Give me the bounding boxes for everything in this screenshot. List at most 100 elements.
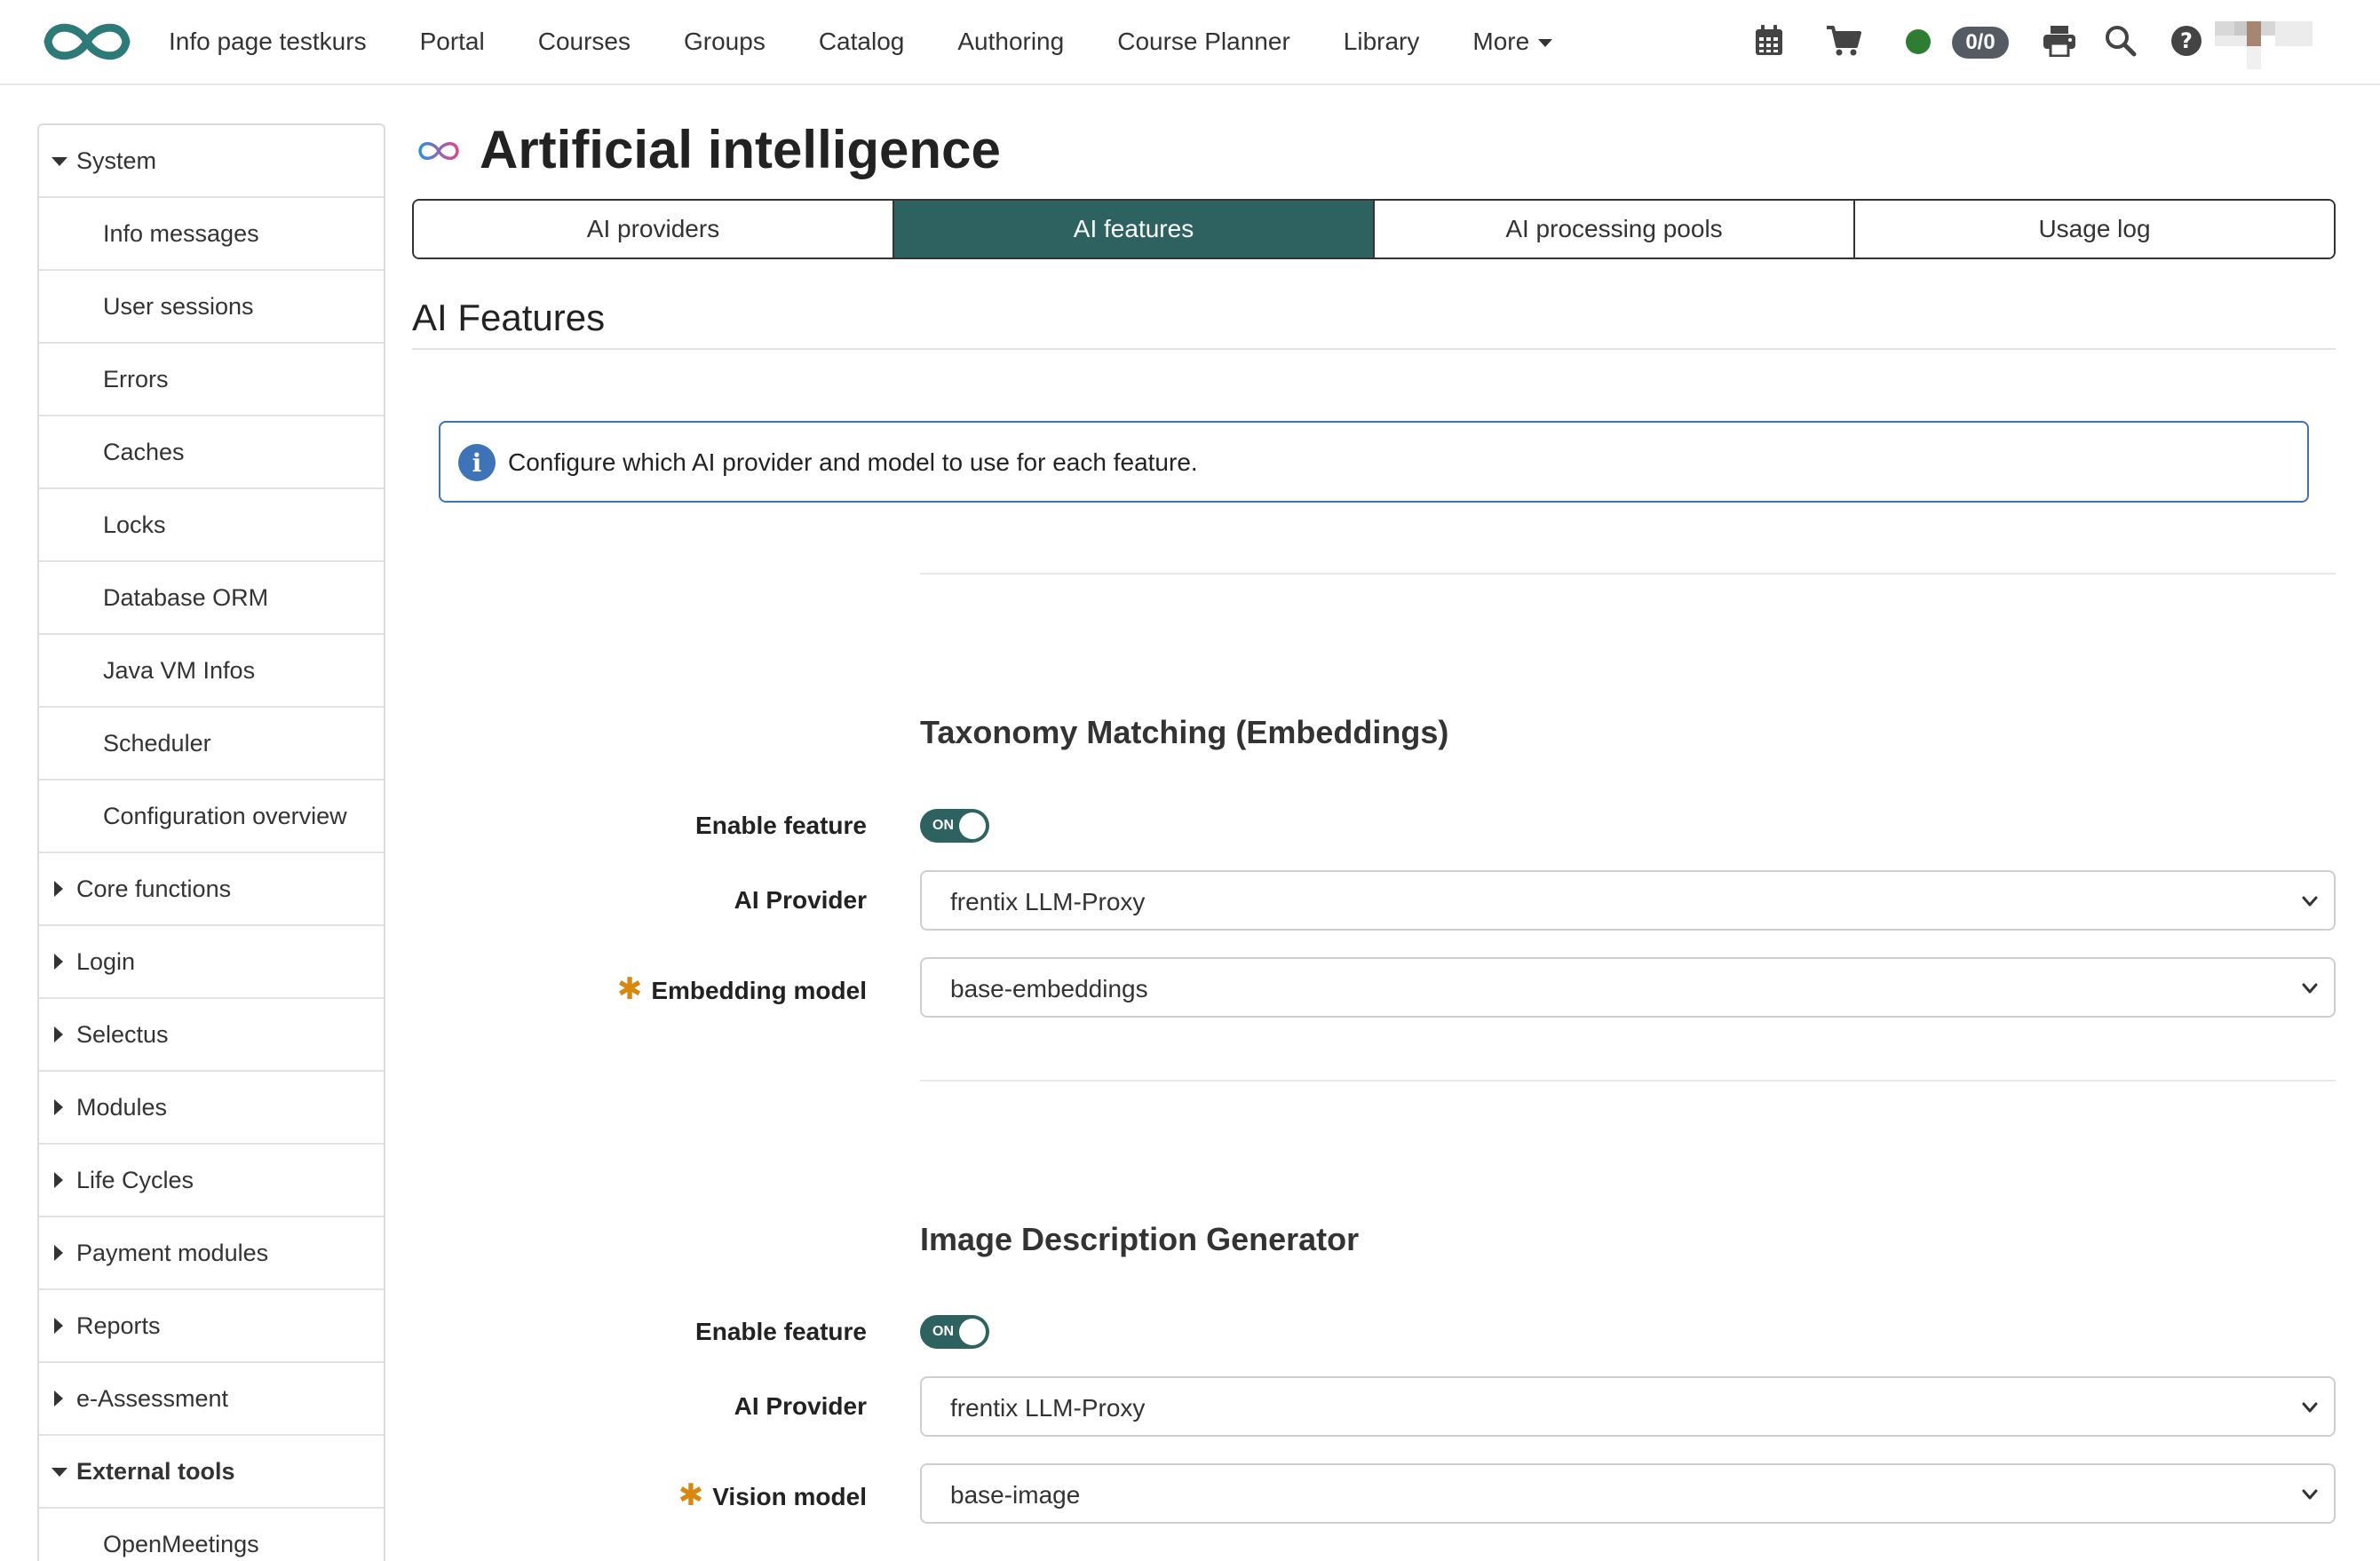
vision-model-select[interactable]: base-image [920,1463,2336,1524]
top-navigation-bar: Info page testkurs Portal Courses Groups… [0,0,2380,85]
chevron-down-icon [2302,983,2318,994]
sidebar-item-locks[interactable]: Locks [39,489,384,562]
chevron-down-icon [2302,896,2318,907]
select-value: base-image [950,1481,1081,1509]
nav-portal[interactable]: Portal [420,28,485,56]
sidebar-group-e-assessment[interactable]: e-Assessment [39,1363,384,1436]
sidebar-group-label: Life Cycles [76,1166,194,1193]
online-status-dot[interactable] [1906,29,1931,54]
tab-ai-features[interactable]: AI features [894,201,1375,258]
sidebar-group-label: System [76,147,157,174]
sidebar-item-user-sessions[interactable]: User sessions [39,271,384,344]
ai-tabs: AI providers AI features AI processing p… [412,199,2336,259]
nav-more-dropdown[interactable]: More [1472,28,1552,56]
caret-right-icon [54,881,63,897]
info-message-text: Configure which AI provider and model to… [508,448,1198,476]
required-asterisk-icon: ✱ [616,972,643,1006]
sidebar-group-reports[interactable]: Reports [39,1290,384,1363]
taxonomy-enable-toggle[interactable]: ON [920,809,989,843]
select-value: base-embeddings [950,975,1148,1002]
search-icon[interactable] [2105,25,2137,57]
sidebar-group-core-functions[interactable]: Core functions [39,853,384,926]
sidebar-group-label: Selectus [76,1020,169,1048]
sidebar-group-system[interactable]: System [39,125,384,198]
toggle-state-text: ON [932,1324,954,1339]
sidebar-group-selectus[interactable]: Selectus [39,999,384,1072]
sidebar-group-label: Payment modules [76,1239,269,1266]
sidebar-group-life-cycles[interactable]: Life Cycles [39,1145,384,1217]
chevron-down-icon [2302,1402,2318,1413]
user-avatar[interactable] [2215,18,2320,71]
caret-right-icon [54,1391,63,1406]
sidebar-item-caches[interactable]: Caches [39,416,384,489]
sidebar-item-scheduler[interactable]: Scheduler [39,708,384,780]
sidebar-item-java-vm-infos[interactable]: Java VM Infos [39,635,384,708]
feature-title-image-description: Image Description Generator [920,1221,1360,1257]
tab-ai-processing-pools[interactable]: AI processing pools [1375,201,1855,258]
app-logo[interactable] [39,16,135,67]
sidebar-group-label: Modules [76,1093,168,1121]
label-text: Embedding model [651,977,867,1004]
help-icon[interactable]: ? [2170,25,2202,57]
sidebar-item-info-messages[interactable]: Info messages [39,198,384,271]
nav-authoring[interactable]: Authoring [957,28,1064,56]
vision-model-label: ✱ Vision model [678,1478,867,1513]
section-title: AI Features [412,297,606,338]
enable-feature-label: Enable feature [695,812,867,839]
nav-catalog[interactable]: Catalog [819,28,905,56]
sidebar-group-label: External tools [76,1457,235,1485]
svg-text:?: ? [2180,28,2193,53]
nav-groups[interactable]: Groups [684,28,766,56]
feature-divider [920,1080,2336,1082]
calendar-icon[interactable] [1754,25,1784,57]
nav-course-planner[interactable]: Course Planner [1117,28,1290,56]
sidebar-item-errors[interactable]: Errors [39,344,384,416]
tab-ai-providers[interactable]: AI providers [414,201,894,258]
enable-feature-label: Enable feature [695,1318,867,1345]
image-description-enable-toggle[interactable]: ON [920,1315,989,1349]
feature-title-taxonomy-matching: Taxonomy Matching (Embeddings) [920,714,1449,750]
caret-right-icon [54,1172,63,1188]
caret-right-icon [54,1245,63,1261]
caret-down-icon [52,1468,67,1477]
tab-usage-log[interactable]: Usage log [1855,201,2334,258]
main-nav: Info page testkurs Portal Courses Groups… [169,0,1606,83]
info-icon: i [458,444,496,481]
ai-provider-label: AI Provider [734,1392,867,1420]
printer-icon[interactable] [2043,25,2076,57]
label-text: Vision model [712,1483,867,1510]
caret-right-icon [54,1026,63,1042]
select-value: frentix LLM-Proxy [950,1394,1146,1422]
required-asterisk-icon: ✱ [678,1478,704,1512]
cart-icon[interactable] [1826,25,1861,57]
nav-info-page[interactable]: Info page testkurs [169,28,367,56]
ai-infinity-icon [418,142,459,160]
sidebar-item-database-orm[interactable]: Database ORM [39,562,384,635]
sidebar-group-modules[interactable]: Modules [39,1072,384,1145]
caret-right-icon [54,954,63,970]
image-description-provider-select[interactable]: frentix LLM-Proxy [920,1376,2336,1437]
sidebar-group-label: Login [76,947,136,975]
sidebar-group-login[interactable]: Login [39,926,384,999]
nav-courses[interactable]: Courses [538,28,631,56]
embedding-model-label: ✱ Embedding model [617,971,867,1007]
section-divider [412,348,2336,350]
sidebar-group-label: Core functions [76,875,232,902]
chevron-down-icon [2302,1489,2318,1500]
sidebar-item-openmeetings[interactable]: OpenMeetings [39,1509,384,1561]
sidebar-group-label: e-Assessment [76,1384,229,1412]
info-message-box: i Configure which AI provider and model … [439,421,2309,503]
sidebar-group-external-tools[interactable]: External tools [39,1436,384,1509]
sidebar-group-payment-modules[interactable]: Payment modules [39,1217,384,1290]
admin-sidebar: System Info messages User sessions Error… [37,123,385,1561]
page-title: Artificial intelligence [480,120,1001,179]
nav-library[interactable]: Library [1344,28,1420,56]
notification-counter-badge[interactable]: 0/0 [1952,27,2009,59]
taxonomy-provider-select[interactable]: frentix LLM-Proxy [920,870,2336,931]
sidebar-item-configuration-overview[interactable]: Configuration overview [39,780,384,853]
embedding-model-select[interactable]: base-embeddings [920,957,2336,1018]
sidebar-group-label: Reports [76,1311,161,1339]
feature-divider [920,573,2336,574]
caret-right-icon [54,1318,63,1334]
caret-down-icon [52,157,67,166]
